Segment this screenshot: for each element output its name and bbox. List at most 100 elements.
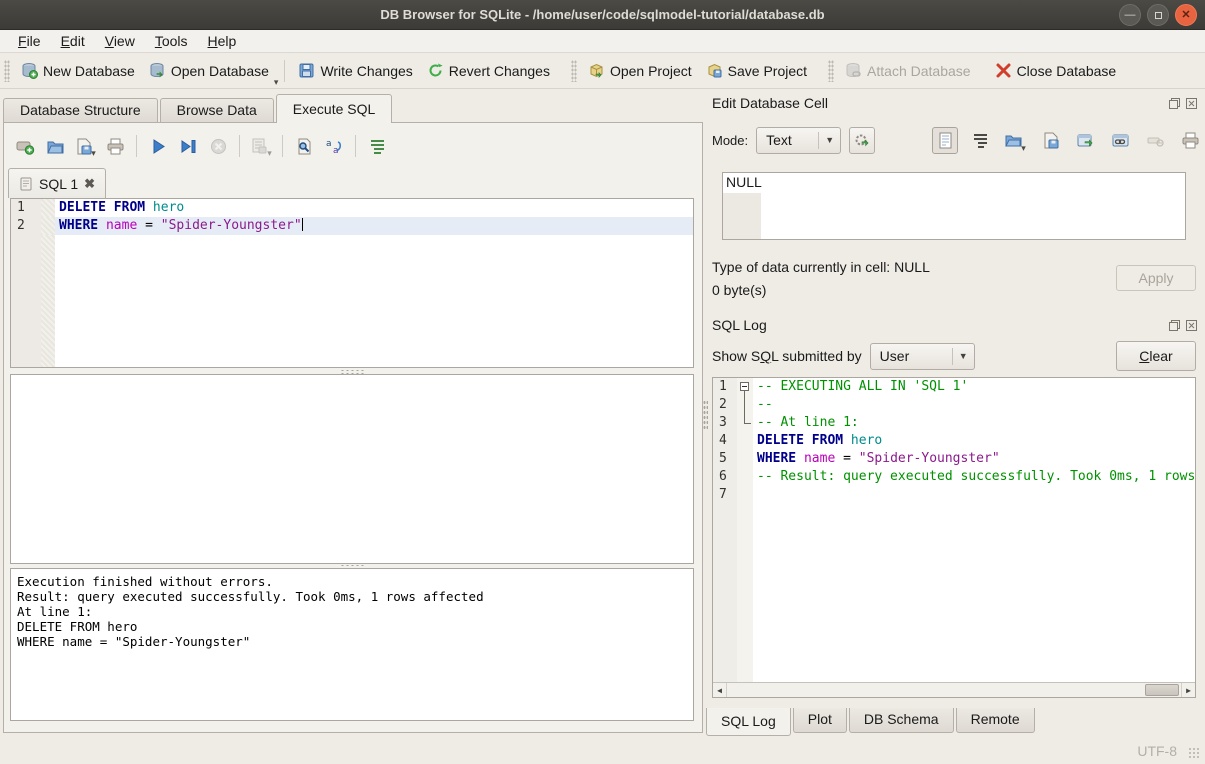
scroll-left-icon[interactable]: ◀ [713,683,727,697]
resize-grip-icon[interactable] [1188,747,1201,760]
text-mode-button[interactable] [932,127,958,154]
tab-execute-sql[interactable]: Execute SQL [276,94,393,123]
auto-apply-button[interactable] [849,127,875,154]
editor-line: 1 DELETE FROM hero [11,199,693,217]
cell-value-editor[interactable]: NULL [722,172,1186,240]
dock-tab-plot[interactable]: Plot [793,708,847,733]
message-line: Execution finished without errors. [17,574,687,589]
code-line: WHERE name = "Spider-Youngster" [55,217,693,235]
dock-title: SQL Log [712,317,1168,333]
export-cell-button[interactable] [1037,127,1063,154]
find-button[interactable] [289,133,319,159]
auto-format-button[interactable]: aa [319,133,349,159]
import-dropdown-icon[interactable]: ▾ [1021,143,1026,154]
log-line: 1 -- EXECUTING ALL IN 'SQL 1' [713,378,1195,396]
log-line: 2 -- [713,396,1195,414]
open-database-button[interactable]: Open Database [142,58,276,83]
project-open-icon [588,62,605,79]
database-new-icon [21,62,38,79]
sql-editor[interactable]: 1 DELETE FROM hero 2 WHERE name = "Spide… [10,198,694,368]
open-project-button[interactable]: Open Project [581,58,699,83]
revert-changes-button[interactable]: Revert Changes [420,58,557,83]
main-tab-bar: Database Structure Browse Data Execute S… [3,94,394,123]
cell-type-label: Type of data currently in cell: NULL [712,259,930,275]
line-number: 2 [11,217,41,235]
log-line: 5 WHERE name = "Spider-Youngster" [713,450,1195,468]
toolbar-grip[interactable] [828,60,834,82]
menu-edit[interactable]: Edit [51,31,95,51]
close-database-button[interactable]: Close Database [988,58,1124,83]
maximize-button[interactable] [1147,4,1169,26]
float-dock-icon[interactable] [1168,319,1181,332]
dock-tab-remote[interactable]: Remote [956,708,1035,733]
revert-icon [427,62,444,79]
database-attach-icon [845,62,862,79]
close-dock-icon[interactable] [1185,97,1198,110]
save-sql-file-button[interactable]: ▾ [70,133,100,159]
save-project-button[interactable]: Save Project [699,58,814,83]
new-sql-tab-button[interactable] [10,133,40,159]
close-dock-icon[interactable] [1185,319,1198,332]
fold-marker-collapse[interactable] [737,378,753,396]
new-database-button[interactable]: New Database [14,58,142,83]
print-cell-button[interactable] [1177,127,1203,154]
chevron-down-icon: ▼ [952,348,968,365]
edit-cell-dock-header: Edit Database Cell [708,93,1202,113]
sql-log-dock-header: SQL Log [708,315,1202,335]
minimize-button[interactable]: — [1119,4,1141,26]
sql-1-tab[interactable]: SQL 1 ✖ [8,168,106,198]
save-results-button: ▾ [246,133,276,159]
open-external-button[interactable] [1072,127,1098,154]
tab-browse-data[interactable]: Browse Data [160,98,274,123]
results-grid[interactable] [10,374,694,564]
title-bar: DB Browser for SQLite - /home/user/code/… [0,0,1205,30]
print-sql-button[interactable] [100,133,130,159]
clear-log-button[interactable]: Clear [1116,341,1196,371]
execute-all-button[interactable] [143,133,173,159]
log-line: 4 DELETE FROM hero [713,432,1195,450]
toolbar-grip[interactable] [571,60,577,82]
link-button[interactable] [1107,127,1133,154]
code-line: DELETE FROM hero [55,199,693,217]
toolbar-grip[interactable] [4,60,10,82]
word-wrap-cell-button[interactable] [967,127,993,154]
execution-message-pane[interactable]: Execution finished without errors. Resul… [10,568,694,721]
tab-database-structure[interactable]: Database Structure [3,98,158,123]
scroll-right-icon[interactable]: ▶ [1181,683,1195,697]
float-dock-icon[interactable] [1168,97,1181,110]
scrollbar-thumb[interactable] [1145,684,1179,696]
import-cell-button[interactable]: ▾ [1002,127,1028,154]
open-sql-file-button[interactable] [40,133,70,159]
horizontal-scrollbar[interactable]: ◀ ▶ [713,682,1195,697]
encoding-indicator: UTF-8 [1137,743,1177,759]
stop-execution-button [203,133,233,159]
dock-tab-db-schema[interactable]: DB Schema [849,708,954,733]
close-tab-icon[interactable]: ✖ [84,176,95,192]
word-wrap-button[interactable] [362,133,392,159]
text-cursor [302,218,303,231]
sql-file-icon [19,177,33,191]
dock-tab-sql-log[interactable]: SQL Log [706,708,791,736]
menu-view[interactable]: View [95,31,145,51]
dock-splitter-handle[interactable] [703,400,708,430]
status-bar: UTF-8 [0,733,1205,764]
mode-select[interactable]: Text ▼ [756,127,841,154]
line-number: 1 [11,199,41,217]
attach-database-button: Attach Database [838,58,978,83]
execute-line-button[interactable] [173,133,203,159]
menu-file[interactable]: File [8,31,51,51]
cell-value: NULL [726,174,762,190]
message-line: WHERE name = "Spider-Youngster" [17,634,687,649]
window-title: DB Browser for SQLite - /home/user/code/… [380,7,824,22]
sql-log-view[interactable]: 1 -- EXECUTING ALL IN 'SQL 1' 2 -- 3 -- … [712,377,1196,698]
menu-tools[interactable]: Tools [145,31,198,51]
project-save-icon [706,62,723,79]
write-changes-button[interactable]: Write Changes [291,58,419,83]
menu-help[interactable]: Help [198,31,247,51]
save-sql-dropdown-icon[interactable]: ▾ [91,148,96,159]
close-button[interactable]: ✕ [1175,4,1197,26]
message-line: Result: query executed successfully. Too… [17,589,687,604]
cell-size-label: 0 byte(s) [712,282,766,298]
open-database-dropdown-icon[interactable]: ▾ [274,77,279,88]
submitted-by-select[interactable]: User ▼ [870,343,975,370]
